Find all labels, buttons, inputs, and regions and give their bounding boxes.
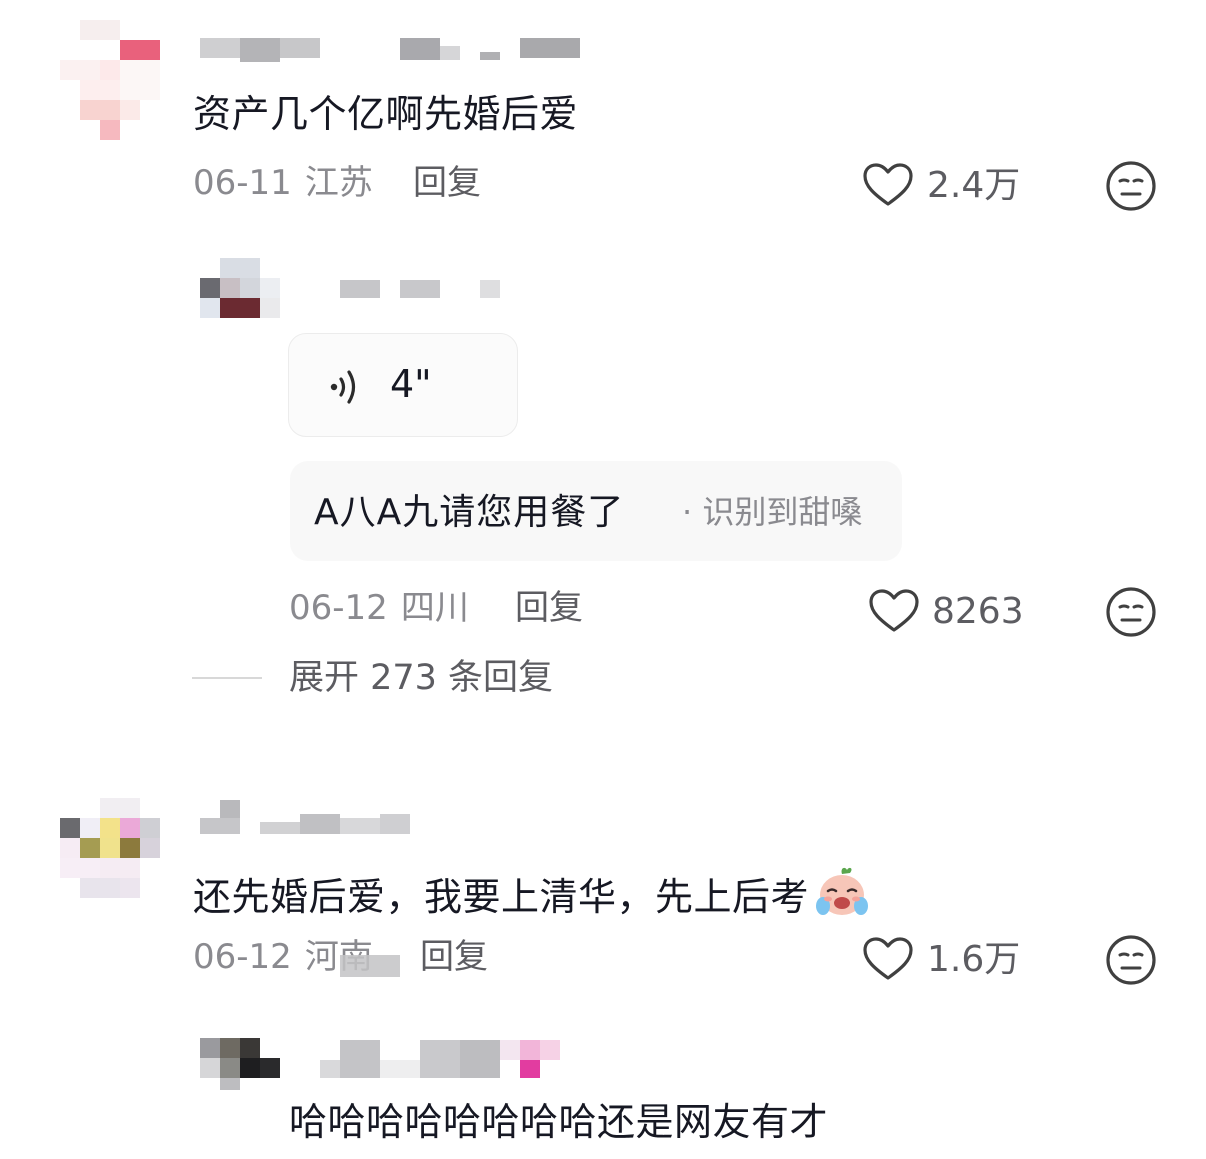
expand-replies-button[interactable]: 展开 273 条回复 bbox=[289, 661, 553, 696]
avatar[interactable] bbox=[50, 798, 160, 900]
reply-avatar[interactable] bbox=[200, 1038, 280, 1090]
reply-like-count: 8263 bbox=[932, 591, 1024, 632]
transcript-suffix: · 识别到甜嗓 bbox=[682, 493, 863, 531]
transcript-text: A八A九请您用餐了 bbox=[314, 492, 625, 533]
reply-button[interactable]: 回复 bbox=[420, 940, 488, 974]
voice-duration: 4" bbox=[390, 362, 432, 406]
unamused-face-icon[interactable] bbox=[1105, 934, 1157, 986]
like-count: 2.4万 bbox=[927, 165, 1021, 206]
unamused-face-icon[interactable] bbox=[1105, 160, 1157, 212]
reply-location: 四川 bbox=[400, 588, 469, 628]
reply-text: 哈哈哈哈哈哈哈哈还是网友有才 bbox=[289, 1100, 829, 1144]
heart-outline-icon bbox=[863, 163, 913, 206]
comment-text-content: 还先婚后爱，我要上清华，先上后考 bbox=[193, 875, 810, 919]
voice-transcript: A八A九请您用餐了 · 识别到甜嗓 bbox=[290, 461, 902, 561]
heart-outline-icon bbox=[863, 937, 913, 980]
username-blurred[interactable] bbox=[200, 38, 580, 66]
reply-button[interactable]: 回复 bbox=[413, 166, 481, 200]
unamused-face-icon[interactable] bbox=[1105, 586, 1157, 638]
sound-wave-icon bbox=[330, 370, 356, 404]
comment-date: 06-12 bbox=[193, 937, 292, 977]
reply-username-blurred[interactable] bbox=[320, 1040, 560, 1080]
reply-username-blurred[interactable] bbox=[340, 280, 500, 300]
avatar[interactable] bbox=[60, 20, 160, 140]
expand-divider bbox=[192, 677, 262, 679]
heart-outline-icon bbox=[869, 589, 919, 632]
comment-location: 江苏 bbox=[304, 163, 373, 203]
reply-date: 06-12 bbox=[289, 588, 388, 628]
laughing-crying-face-emoji bbox=[816, 867, 869, 915]
username-blurred[interactable] bbox=[200, 800, 420, 836]
comment-date: 06-11 bbox=[193, 163, 292, 203]
like-count: 1.6万 bbox=[927, 939, 1021, 980]
reply-like-button[interactable]: 8263 bbox=[868, 586, 1038, 638]
comment-meta: 06-11 江苏 bbox=[193, 166, 373, 200]
like-button[interactable]: 2.4万 bbox=[862, 160, 1042, 212]
reply-meta: 06-12 四川 bbox=[289, 591, 469, 625]
reply-reply-button[interactable]: 回复 bbox=[515, 591, 583, 625]
voice-message[interactable]: 4" bbox=[288, 333, 518, 437]
comment-text: 资产几个亿啊先婚后爱 bbox=[193, 92, 579, 136]
meta-blur-overlay bbox=[340, 955, 400, 977]
reply-avatar[interactable] bbox=[200, 258, 280, 318]
like-button[interactable]: 1.6万 bbox=[862, 934, 1042, 986]
comment-text: 还先婚后爱，我要上清华，先上后考 bbox=[193, 864, 870, 916]
